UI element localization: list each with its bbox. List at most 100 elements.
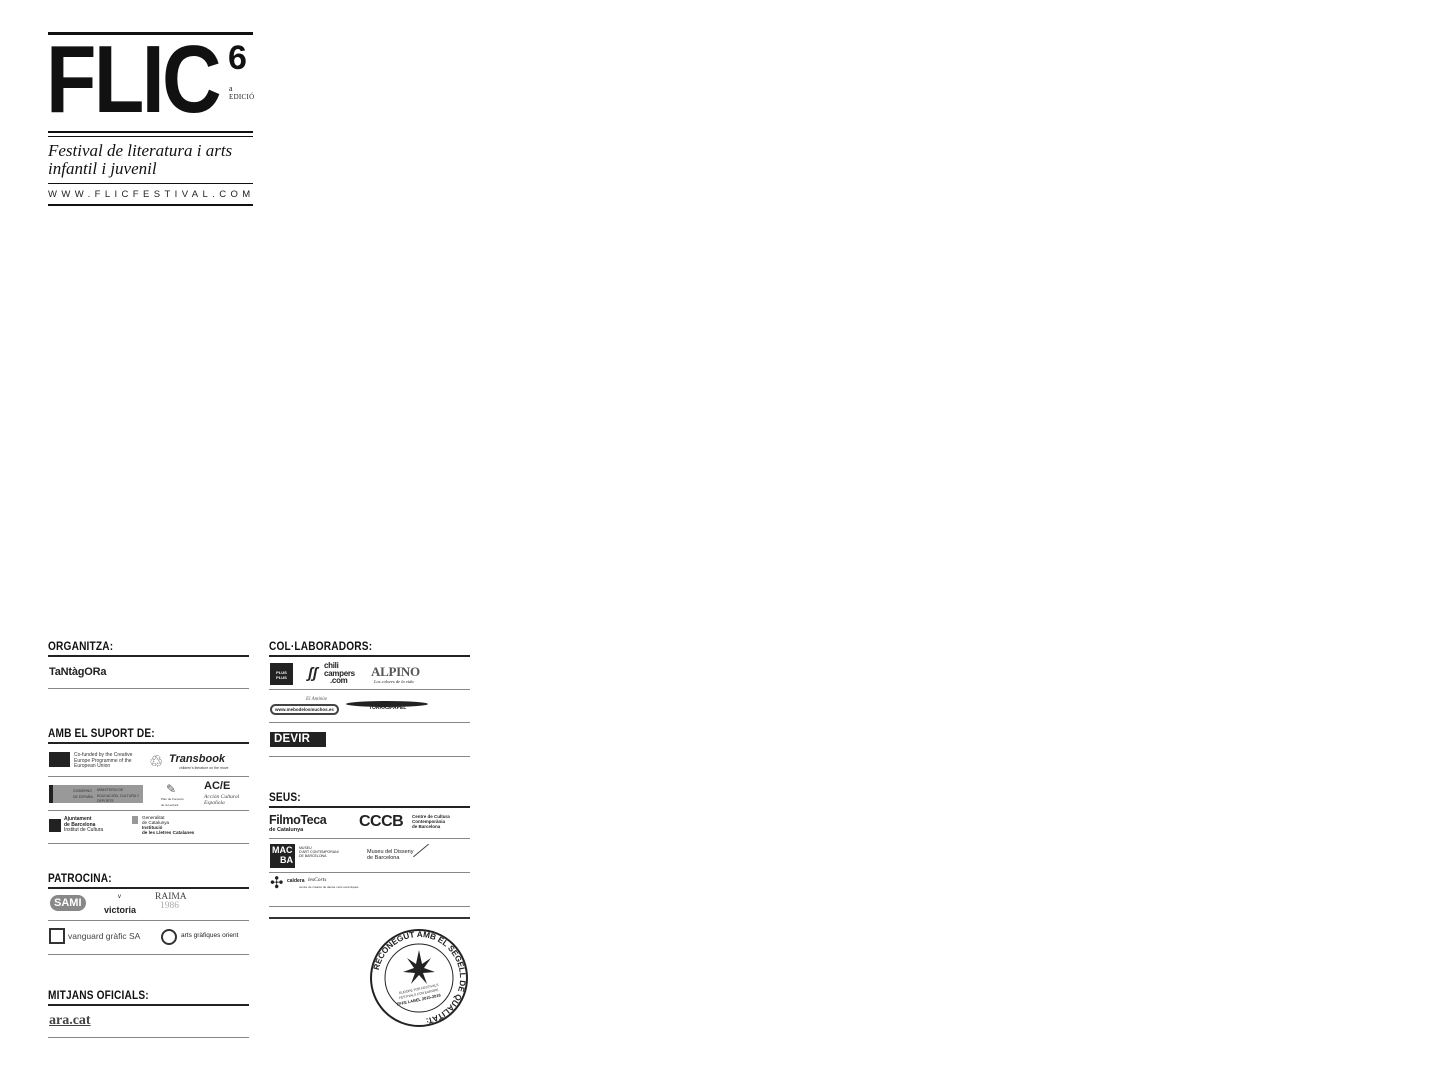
section-organitza: ORGANITZA: TaNtàgORa [48,640,249,689]
raima-logo: RAIMA 1986 [155,892,187,911]
eu-creative-europe-logo: Co-funded by the Creative Europe Program… [74,752,133,769]
logo-row: TaNtàgORa [48,657,249,689]
gobierno-logo: GOBIERNO DE ESPAÑA [73,789,93,799]
filmoteca-subtitle: de Catalunya [269,827,304,833]
filmoteca-logo: FilmoTeca [269,813,327,827]
masthead-rule-mid [48,183,253,184]
logo-row: Ajuntament de Barcelona Institut de Cult… [48,811,249,844]
antinoe-logo: El Antinòe [306,697,328,702]
tagline-line-1: Festival de literatura i arts [48,141,233,160]
festival-title: FLIC [46,26,222,133]
logo-row: vanguard gràfic SA arts gràfiques orient [48,921,249,955]
logo-row: Co-funded by the Creative Europe Program… [48,744,249,777]
eu-flag-icon [49,752,70,767]
generalitat-icon [132,816,138,824]
section-title-suport: AMB EL SUPORT DE: [48,728,155,740]
macba-sub-3: DE BARCELONA [299,854,327,858]
logo-row: ✣ caldera lesCorts centre de creació de … [269,873,470,907]
masthead-rule-thin [48,136,253,137]
section-suport: AMB EL SUPORT DE: Co-funded by the Creat… [48,727,249,844]
caldera-lescorts: lesCorts [308,877,327,883]
section-title-mitjans: MITJANS OFICIALS: [48,990,149,1002]
seal-star-icon [403,950,435,984]
cccb-logo: CCCB [359,813,404,830]
plan-fomento-logo: Plan de Fomento de la Lectura [161,797,184,807]
ajuntament-shield-icon [49,819,61,832]
generalitat-line-4: de les Lletres Catalanes [142,830,195,835]
chili-icon: ʃʃ [308,665,318,682]
festival-logo: FLIC 6 a EDICIÓ [46,26,255,133]
masthead-bottom-rule [48,204,253,206]
torraspapel-logo: TORRASPAPEL [369,705,407,711]
transbook-logo: Transbook [169,753,226,765]
festival-tagline: Festival de literatura i arts infantil i… [48,142,253,178]
section-title-collaboradors: COL·LABORADORS: [269,641,373,653]
ace-subtitle: Acción Cultural Española [204,794,239,806]
chili-line-3: .com [330,676,348,685]
logo-row: El Antinòe www.mebodelosmuchos.es TORRAS… [269,690,470,723]
alpino-logo: ALPINO [371,664,420,679]
raima-line-2: 1986 [160,901,179,911]
macba-subtitle: MUSEU D'ART CONTEMPORANI DE BARCELONA [299,846,339,858]
chili-campers-logo: chili campers .com [324,662,355,685]
disseny-line-2: de Barcelona [367,855,400,861]
alpino-subtitle: Los colores de la vida [374,679,414,684]
festival-url[interactable]: WWW.FLICFESTIVAL.COM [48,189,253,200]
section-mitjans: MITJANS OFICIALS: ara.cat [48,989,249,1038]
section-seus: SEUS: FilmoTeca de Catalunya CCCB Centre… [269,791,470,919]
edition-number: 6 [228,39,247,77]
ministerio-logo: MINISTERIO DE EDUCACIÓN, CULTURA Y DEPOR… [97,788,140,803]
ace-subtitle-line-2: Española [204,800,225,806]
devir-logo: DEVIR [274,733,311,745]
caldera-subtitle: centre de creació de dansa i arts escèni… [299,885,359,889]
logo-row: ara.cat [48,1006,249,1038]
victoria-icon: ᵛ [118,892,121,902]
logo-row: DEVIR [269,723,470,757]
edition-label: EDICIÓ [229,93,255,101]
caldera-icon: ✣ [270,875,284,892]
plan-fomento-icon: ✎ [166,782,177,796]
macba-line-2: BA [280,855,293,865]
transbook-subtitle: children's literature on the move [179,766,229,770]
orient-logo: arts gràfiques orient [181,932,239,939]
credits-right-column: COL·LABORADORS: PLUS PLUS ʃʃ chili campe… [269,640,470,919]
antinoe-url-logo: www.mebodelosmuchos.es [270,704,339,715]
credits-left-column: ORGANITZA: TaNtàgORa AMB EL SUPORT DE: C… [48,640,249,1038]
generalitat-logo: Generalitat de Catalunya Institució de l… [142,815,194,835]
macba-logo: MAC BA [272,845,293,865]
logo-row: GOBIERNO DE ESPAÑA MINISTERIO DE EDUCACI… [48,777,249,811]
seus-bottom-rule [269,917,470,919]
festival-masthead: FLIC 6 a EDICIÓ Festival de literatura i… [46,26,255,206]
section-collaboradors: COL·LABORADORS: PLUS PLUS ʃʃ chili campe… [269,640,470,757]
edition-sup: a [229,84,233,93]
logo-row: SAMI ᵛ victoria RAIMA 1986 [48,889,249,921]
vanguard-icon [49,928,65,944]
tantagora-logo: TaNtàgORa [49,666,107,678]
logo-row: FilmoTeca de Catalunya CCCB Centre de Cu… [269,808,470,839]
ara-cat-logo: ara.cat [49,1013,91,1028]
victoria-logo: victoria [104,905,137,915]
macba-line-1: MAC [272,845,293,855]
logo-row: PLUS PLUS ʃʃ chili campers .com ALPINO L… [269,657,470,690]
section-title-seus: SEUS: [269,792,301,804]
section-patrocina: PATROCINA: SAMI ᵛ victoria RAIMA 1986 va… [48,872,249,955]
section-title-organitza: ORGANITZA: [48,641,114,653]
plus-plus-logo: PLUS PLUS [276,670,287,680]
museu-disseny-slash [413,843,429,858]
effe-quality-seal: RECONEGUT AMB EL SEGELL DE QUALITAT: EUR… [370,929,468,1027]
ajuntament-logo: Ajuntament de Barcelona Institut de Cult… [64,816,103,834]
vanguard-logo: vanguard gràfic SA [68,931,141,941]
museu-disseny-logo: Museu del Disseny de Barcelona [367,849,413,861]
caldera-logo: caldera [287,878,305,884]
section-title-patrocina: PATROCINA: [48,873,112,885]
transbook-icon: ♲ [149,754,164,771]
sami-logo: SAMI [50,895,86,911]
cccb-subtitle: Centre de Cultura Contemporània de Barce… [412,814,450,829]
ace-logo: AC/E [204,780,231,792]
logo-row: MAC BA MUSEU D'ART CONTEMPORANI DE BARCE… [269,839,470,873]
tagline-line-2: infantil i juvenil [48,159,157,178]
